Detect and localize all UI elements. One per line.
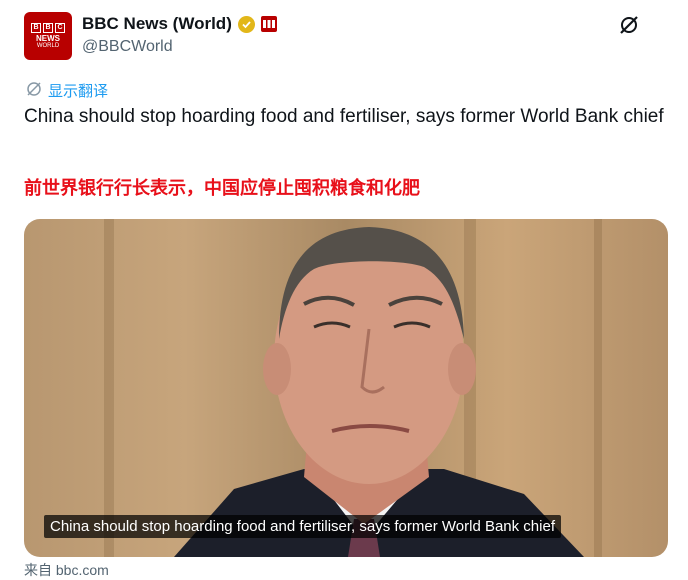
media-card[interactable]: China should stop hoarding food and fert… [24, 219, 668, 557]
avatar-world-text: WORLD [36, 42, 60, 49]
translate-icon [26, 81, 42, 101]
avatar-news-text: NEWS [36, 33, 60, 43]
show-translation-link[interactable]: 显示翻译 [26, 80, 108, 101]
show-translation-label: 显示翻译 [48, 83, 109, 100]
verified-badge-icon[interactable] [237, 15, 255, 33]
tweet-text: China should stop hoarding food and fert… [24, 106, 664, 127]
account-handle[interactable]: @BBCWorld [82, 38, 173, 56]
display-name[interactable]: BBC News (World) [82, 14, 232, 34]
affiliate-badge-icon[interactable] [260, 16, 277, 32]
media-caption: China should stop hoarding food and fert… [44, 515, 561, 538]
portrait-illustration [174, 227, 584, 557]
bbc-logo: B B C [31, 22, 65, 33]
account-name-row: BBC News (World) [82, 14, 277, 34]
translation-text: 前世界银行行长表示，中国应停止囤积粮食和化肥 [24, 178, 420, 199]
grok-icon[interactable] [618, 14, 640, 36]
link-source[interactable]: 来自 bbc.com [24, 560, 109, 580]
account-avatar[interactable]: B B C NEWS WORLD [24, 12, 72, 60]
